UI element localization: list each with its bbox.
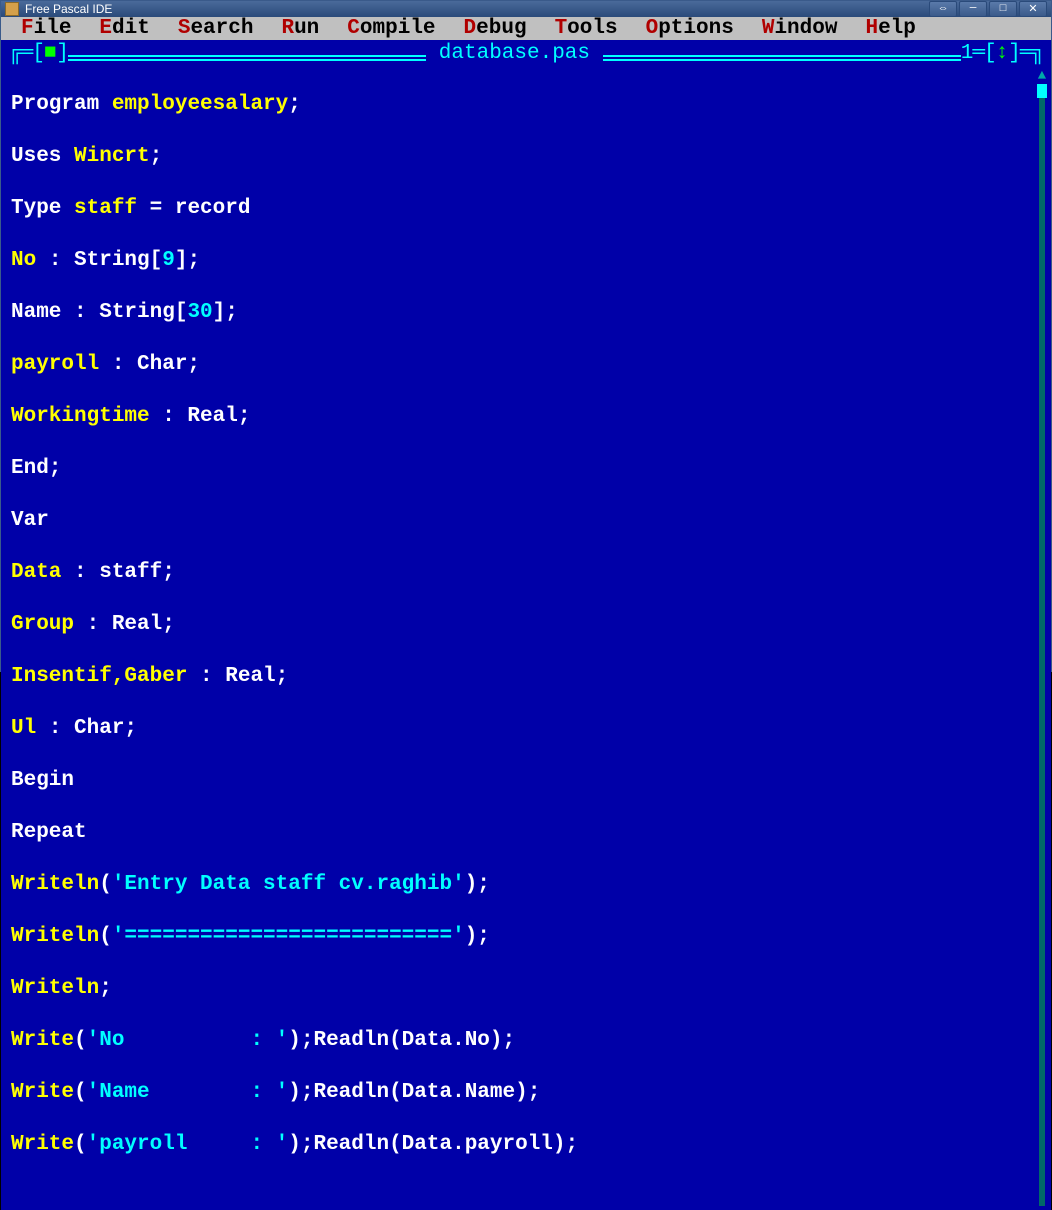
code-line: No : String[9];	[11, 248, 1041, 274]
zoom-icon[interactable]: ↕	[996, 42, 1009, 65]
code-line: Insentif,Gaber : Real;	[11, 664, 1041, 690]
code-line: End;	[11, 456, 1041, 482]
scroll-track[interactable]	[1039, 84, 1045, 1206]
close-editor-icon[interactable]: ■	[44, 42, 57, 65]
code-line: Write('No : ');Readln(Data.No);	[11, 1028, 1041, 1054]
menu-debug[interactable]: Debug	[450, 17, 541, 40]
code-line: Workingtime : Real;	[11, 404, 1041, 430]
code-line: Program employeesalary;	[11, 92, 1041, 118]
menu-run[interactable]: Run	[267, 17, 333, 40]
menu-help[interactable]: Help	[851, 17, 929, 40]
code-line: Var	[11, 508, 1041, 534]
vertical-scrollbar[interactable]: ▲	[1035, 68, 1049, 1208]
window-title: Free Pascal IDE	[25, 2, 112, 16]
frame-corner: ╔═[	[9, 42, 44, 65]
code-line: Write('payroll : ');Readln(Data.payroll)…	[11, 1132, 1041, 1158]
scroll-up-icon[interactable]: ▲	[1036, 68, 1048, 82]
menu-options[interactable]: Options	[632, 17, 748, 40]
menu-compile[interactable]: Compile	[333, 17, 449, 40]
restore-down-icon[interactable]: ⇔	[929, 1, 957, 17]
code-line: Data : staff;	[11, 560, 1041, 586]
menu-search[interactable]: Search	[164, 17, 268, 40]
code-line: Ul : Char;	[11, 716, 1041, 742]
app-window: Free Pascal IDE ⇔ ─ □ ✕ File Edit Search…	[0, 0, 1052, 672]
menubar: File Edit Search Run Compile Debug Tools…	[1, 17, 1051, 40]
code-line: Name : String[30];	[11, 300, 1041, 326]
close-button[interactable]: ✕	[1019, 1, 1047, 17]
code-line: payroll : Char;	[11, 352, 1041, 378]
window-number: 1═[	[961, 42, 996, 65]
scroll-thumb[interactable]	[1037, 84, 1047, 98]
code-line: Group : Real;	[11, 612, 1041, 638]
code-line: Type staff = record	[11, 196, 1041, 222]
code-line: Writeln;	[11, 976, 1041, 1002]
editor-frame: ╔═[■] database.pas 1═[↕]═╗ Program emplo…	[1, 40, 1051, 1210]
app-icon	[5, 2, 19, 16]
code-line: Begin	[11, 768, 1041, 794]
editor-frame-top: ╔═[■] database.pas 1═[↕]═╗	[1, 40, 1051, 66]
maximize-button[interactable]: □	[989, 1, 1017, 17]
menu-file[interactable]: File	[7, 17, 85, 40]
menu-tools[interactable]: Tools	[541, 17, 632, 40]
editor-filename: database.pas	[426, 42, 602, 65]
minimize-button[interactable]: ─	[959, 1, 987, 17]
menu-window[interactable]: Window	[748, 17, 852, 40]
code-editor[interactable]: Program employeesalary; Uses Wincrt; Typ…	[1, 66, 1051, 1210]
code-line: Writeln('Entry Data staff cv.raghib');	[11, 872, 1041, 898]
code-line: Writeln('==========================');	[11, 924, 1041, 950]
code-line: Repeat	[11, 820, 1041, 846]
code-line: Uses Wincrt;	[11, 144, 1041, 170]
code-line: Write('Name : ');Readln(Data.Name);	[11, 1080, 1041, 1106]
menu-edit[interactable]: Edit	[85, 17, 163, 40]
titlebar[interactable]: Free Pascal IDE ⇔ ─ □ ✕	[1, 1, 1051, 17]
